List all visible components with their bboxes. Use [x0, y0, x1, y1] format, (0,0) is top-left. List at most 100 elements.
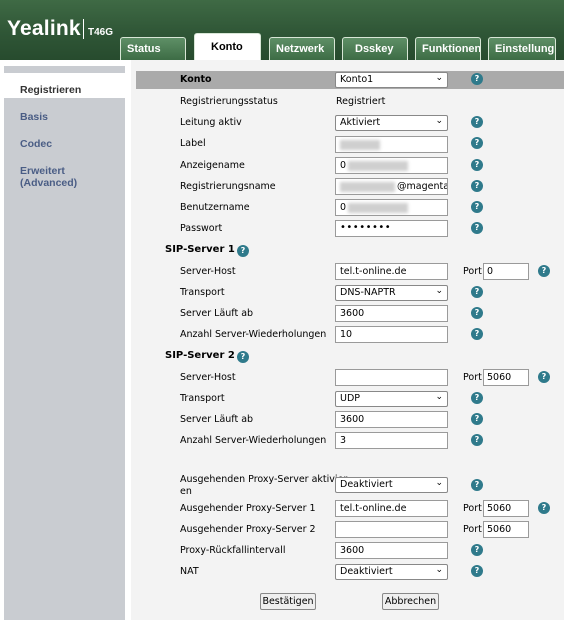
select-value: Deaktiviert — [340, 479, 393, 490]
help-icon[interactable]: ? — [471, 222, 483, 234]
sidebar-item-codec[interactable]: Codec — [20, 138, 52, 150]
register-name-label: Registrierungsname — [180, 181, 276, 192]
tab-label: Einstellung — [495, 43, 555, 55]
help-icon[interactable]: ? — [471, 413, 483, 425]
sidebar: Registrieren Basis Codec Erweitert (Adva… — [0, 60, 131, 620]
password-label: Passwort — [180, 223, 223, 234]
tab-funktionen[interactable]: Funktionen — [415, 37, 481, 60]
sip2-port-label: Port — [463, 372, 482, 383]
sip2-host-label: Server-Host — [180, 372, 236, 383]
input-value: @magenta — [397, 181, 448, 192]
account-label: Konto — [180, 74, 212, 85]
help-icon[interactable]: ? — [471, 434, 483, 446]
sip1-retry-label: Anzahl Server-Wiederholungen — [180, 329, 327, 340]
proxy2-port-label: Port — [463, 524, 482, 535]
line-active-select[interactable]: Aktiviert ⌄ — [335, 115, 448, 131]
sip-server-2-title: SIP-Server 2 — [165, 350, 235, 361]
help-icon[interactable]: ? — [471, 137, 483, 149]
chevron-down-icon: ⌄ — [435, 478, 443, 488]
tab-label: Funktionen — [422, 43, 481, 55]
tab-dsskey[interactable]: Dsskey — [342, 37, 408, 60]
select-value: UDP — [340, 393, 360, 404]
sidebar-item-erweitert[interactable]: Erweitert (Advanced) — [20, 165, 77, 189]
display-name-input[interactable]: 0 — [335, 157, 448, 174]
username-input[interactable]: 0 — [335, 199, 448, 216]
sip2-host-input[interactable] — [335, 369, 448, 386]
tab-status[interactable]: Status — [120, 37, 186, 60]
tab-einstellung[interactable]: Einstellung — [488, 37, 556, 60]
help-icon[interactable]: ? — [471, 73, 483, 85]
help-icon[interactable]: ? — [471, 159, 483, 171]
sidebar-item-label: Erweitert — [20, 165, 65, 177]
help-icon[interactable]: ? — [471, 180, 483, 192]
sidebar-item-registrieren[interactable]: Registrieren — [20, 84, 81, 96]
sip1-transport-label: Transport — [180, 287, 225, 298]
help-icon[interactable]: ? — [471, 201, 483, 213]
help-icon[interactable]: ? — [538, 502, 550, 514]
help-icon[interactable]: ? — [471, 392, 483, 404]
cancel-button[interactable]: Abbrechen — [382, 593, 439, 610]
help-icon[interactable]: ? — [237, 245, 249, 257]
account-select[interactable]: Konto1 ⌄ — [335, 72, 448, 88]
chevron-down-icon: ⌄ — [435, 392, 443, 402]
help-icon[interactable]: ? — [471, 565, 483, 577]
label-input[interactable] — [335, 136, 448, 153]
sip2-port-input[interactable]: 5060 — [483, 369, 529, 386]
logo-divider — [83, 19, 84, 39]
proxy2-input[interactable] — [335, 521, 448, 538]
confirm-button[interactable]: Bestätigen — [260, 593, 316, 610]
proxy-fallback-label: Proxy-Rückfallintervall — [180, 545, 286, 556]
reg-status-value: Registriert — [336, 96, 386, 107]
proxy-fallback-input[interactable]: 3600 — [335, 542, 448, 559]
sip1-port-input[interactable]: 0 — [483, 263, 529, 280]
sip2-expires-input[interactable]: 3600 — [335, 411, 448, 428]
label-label: Label — [180, 138, 206, 149]
tab-label: Dsskey — [355, 43, 394, 55]
proxy1-port-label: Port — [463, 503, 482, 514]
top-header: Yealink T46G Status Konto Netzwerk Dsske… — [0, 0, 564, 62]
redacted-value — [348, 160, 409, 171]
sip1-expires-input[interactable]: 3600 — [335, 305, 448, 322]
nat-select[interactable]: Deaktiviert ⌄ — [335, 564, 448, 580]
proxy1-label: Ausgehender Proxy-Server 1 — [180, 503, 316, 514]
sip1-transport-select[interactable]: DNS-NAPTR ⌄ — [335, 285, 448, 301]
sip1-retry-input[interactable]: 10 — [335, 326, 448, 343]
sip1-host-label: Server-Host — [180, 266, 236, 277]
register-name-input[interactable]: @magenta — [335, 178, 448, 195]
label-line: en — [180, 486, 192, 497]
help-icon[interactable]: ? — [471, 286, 483, 298]
proxy1-port-input[interactable]: 5060 — [483, 500, 529, 517]
chevron-down-icon: ⌄ — [435, 286, 443, 296]
yealink-logo: Yealink — [7, 17, 81, 40]
label-line: Ausgehenden Proxy-Server aktivier — [180, 474, 348, 485]
sidebar-item-basis[interactable]: Basis — [20, 111, 48, 123]
redacted-value — [340, 181, 395, 192]
help-icon[interactable]: ? — [471, 544, 483, 556]
proxy2-label: Ausgehender Proxy-Server 2 — [180, 524, 316, 535]
tab-label: Netzwerk — [276, 43, 325, 55]
proxy1-input[interactable]: tel.t-online.de — [335, 500, 448, 517]
help-icon[interactable]: ? — [538, 371, 550, 383]
tab-netzwerk[interactable]: Netzwerk — [269, 37, 335, 60]
sip2-retry-input[interactable]: 3 — [335, 432, 448, 449]
sip1-host-input[interactable]: tel.t-online.de — [335, 263, 448, 280]
proxy-enable-select[interactable]: Deaktiviert ⌄ — [335, 477, 448, 493]
help-icon[interactable]: ? — [471, 328, 483, 340]
nat-label: NAT — [180, 566, 199, 577]
help-icon[interactable]: ? — [471, 479, 483, 491]
sip1-expires-label: Server Läuft ab — [180, 308, 254, 319]
proxy2-port-input[interactable]: 5060 — [483, 521, 529, 538]
help-icon[interactable]: ? — [471, 307, 483, 319]
chevron-down-icon: ⌄ — [435, 116, 443, 126]
sidebar-item-label: (Advanced) — [20, 177, 78, 189]
password-input[interactable]: •••••••• — [335, 220, 448, 237]
select-value: DNS-NAPTR — [340, 287, 396, 298]
help-icon[interactable]: ? — [237, 351, 249, 363]
help-icon[interactable]: ? — [538, 265, 550, 277]
tab-konto[interactable]: Konto — [194, 33, 261, 62]
sip2-transport-select[interactable]: UDP ⌄ — [335, 391, 448, 407]
sip-server-1-title: SIP-Server 1 — [165, 244, 235, 255]
username-label: Benutzername — [180, 202, 250, 213]
help-icon[interactable]: ? — [471, 116, 483, 128]
input-value: 0 — [340, 202, 347, 213]
